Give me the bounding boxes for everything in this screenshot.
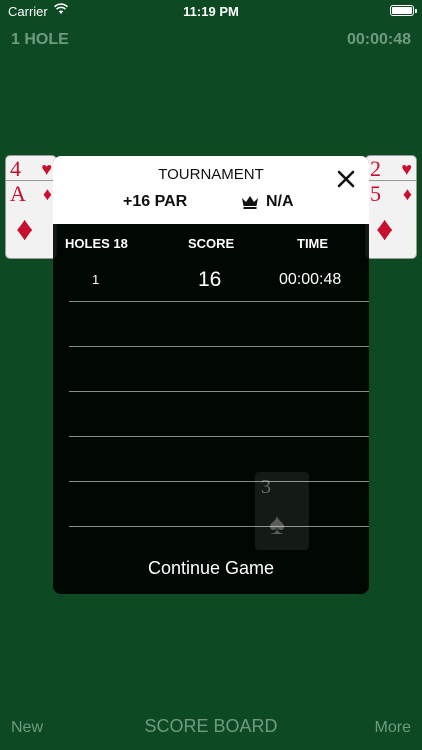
- crown-icon: [242, 196, 258, 209]
- heart-suit-icon: ♥: [401, 159, 412, 179]
- diamond-suit-icon: ♦: [376, 210, 394, 248]
- row-divider: [69, 346, 369, 347]
- heart-suit-icon: ♥: [41, 159, 52, 179]
- battery-icon: [390, 5, 417, 16]
- diamond-suit-icon: ♦: [16, 210, 34, 248]
- diamond-suit-icon: ♦: [402, 184, 412, 204]
- par-score: +16 PAR: [123, 193, 188, 210]
- ghost-card: 3 ♠: [255, 472, 309, 550]
- card-rank: A: [10, 181, 26, 206]
- status-time: 11:19 PM: [183, 4, 239, 19]
- hole-label: 1 HOLE: [11, 31, 69, 48]
- card-rank: 5: [370, 181, 381, 206]
- time-column-header: TIME: [297, 236, 329, 251]
- status-bar: Carrier 11:19 PM: [0, 0, 422, 22]
- continue-game-button[interactable]: Continue Game: [53, 558, 369, 579]
- modal-header: TOURNAMENT +16 PAR N/A: [53, 156, 369, 224]
- row-divider: [69, 391, 369, 392]
- holes-column-header: HOLES 18: [65, 236, 128, 251]
- game-timer: 00:00:48: [346, 31, 411, 48]
- card-rank: 2: [370, 156, 381, 181]
- diamond-suit-icon: ♦: [42, 184, 52, 204]
- close-icon[interactable]: [335, 168, 357, 190]
- modal-title: TOURNAMENT: [158, 166, 264, 183]
- row-divider: [69, 436, 369, 437]
- spade-suit-icon: ♠: [269, 508, 285, 541]
- card-left[interactable]: 4 ♥ A ♦ ♦: [5, 155, 57, 259]
- scoreboard-modal: TOURNAMENT +16 PAR N/A HOLES 18 SCORE TI…: [53, 156, 369, 594]
- row-time: 00:00:48: [279, 271, 342, 288]
- best-score: N/A: [266, 193, 294, 210]
- card-rank: 3: [261, 476, 271, 498]
- row-divider: [69, 526, 369, 527]
- card-rank: 4: [10, 156, 21, 181]
- row-hole: 1: [92, 272, 100, 287]
- score-board-button[interactable]: SCORE BOARD: [0, 716, 422, 737]
- more-button[interactable]: More: [375, 719, 411, 737]
- score-column-header: SCORE: [188, 236, 235, 251]
- row-divider: [69, 301, 369, 302]
- row-score: 16: [198, 268, 222, 291]
- row-divider: [69, 481, 369, 482]
- card-right[interactable]: 2 ♥ 5 ♦ ♦: [365, 155, 417, 259]
